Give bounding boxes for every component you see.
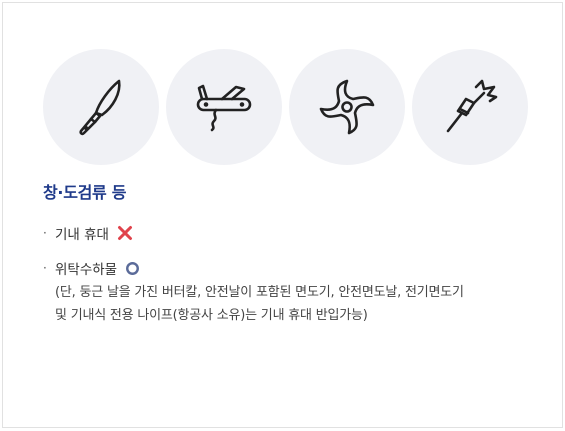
section-title: 창·도검류 등 [43,183,127,202]
carry-on-label: 기내 휴대 [55,227,109,243]
bullet: · [43,226,47,240]
icon-row [43,49,528,165]
shuriken-icon-circle [289,49,405,165]
x-mark-icon [117,226,132,240]
exception-note: (단, 둥근 날을 가진 버터칼, 안전날이 포함된 면도기, 안전면도날, 전… [55,281,535,327]
list-item-carry-on: · 기내 휴대 [43,223,133,243]
prohibited-items-card: 창·도검류 등 · 기내 휴대 · 위탁수하물 (단, 둥근 날을 가진 버터칼… [2,2,563,428]
note-line: (단, 둥근 날을 가진 버터칼, 안전날이 포함된 면도기, 안전면도날, 전… [55,285,464,300]
dart-icon [446,79,498,133]
swiss-army-knife-icon [196,84,252,132]
knife-icon [79,79,121,136]
checked-baggage-label: 위탁수하물 [55,262,118,278]
knife-icon-circle [43,49,159,165]
o-mark-icon [126,261,140,275]
note-line: 및 기내식 전용 나이프(항공사 소유)는 기내 휴대 반입가능) [55,308,368,323]
list-item-checked-baggage: · 위탁수하물 [43,258,140,278]
shuriken-icon [319,79,375,135]
dart-icon-circle [412,49,528,165]
bullet: · [43,261,47,275]
swiss-army-knife-icon-circle [166,49,282,165]
